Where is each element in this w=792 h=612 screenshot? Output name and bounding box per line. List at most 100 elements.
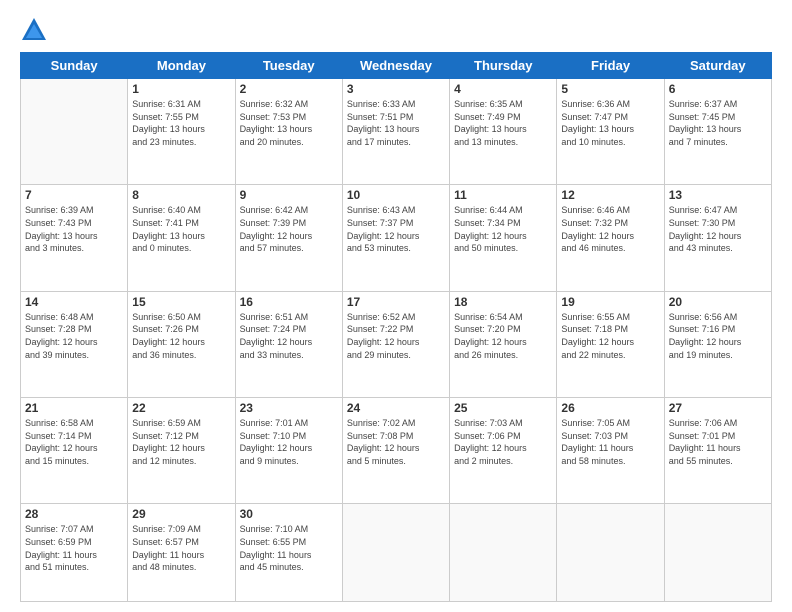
day-header-sunday: Sunday bbox=[21, 53, 128, 79]
calendar-cell: 15 Sunrise: 6:50 AM Sunset: 7:26 PM Dayli… bbox=[128, 291, 235, 397]
logo-icon bbox=[20, 16, 48, 44]
calendar-cell: 9Sunrise: 6:42 AM Sunset: 7:39 PM Daylig… bbox=[235, 185, 342, 291]
calendar-cell: 10Sunrise: 6:43 AM Sunset: 7:37 PM Dayli… bbox=[342, 185, 449, 291]
calendar-cell: 29 Sunrise: 7:09 AM Sunset: 6:57 PM Dayli… bbox=[128, 504, 235, 602]
day-number: 23 bbox=[240, 401, 338, 415]
calendar-cell: 30 Sunrise: 7:10 AM Sunset: 6:55 PM Dayli… bbox=[235, 504, 342, 602]
calendar-cell: 22 Sunrise: 6:59 AM Sunset: 7:12 PM Dayli… bbox=[128, 398, 235, 504]
week-row-2: 7 Sunrise: 6:39 AM Sunset: 7:43 PM Daylig… bbox=[21, 185, 772, 291]
day-info: Sunrise: 6:47 AM Sunset: 7:30 PM Dayligh… bbox=[669, 204, 767, 254]
day-info: Sunrise: 7:01 AM Sunset: 7:10 PM Dayligh… bbox=[240, 417, 338, 467]
calendar-cell: 4 Sunrise: 6:35 AM Sunset: 7:49 PM Daylig… bbox=[450, 79, 557, 185]
day-info: Sunrise: 6:37 AM Sunset: 7:45 PM Dayligh… bbox=[669, 98, 767, 148]
day-header-thursday: Thursday bbox=[450, 53, 557, 79]
calendar-table: SundayMondayTuesdayWednesdayThursdayFrid… bbox=[20, 52, 772, 602]
calendar-cell: 17 Sunrise: 6:52 AM Sunset: 7:22 PM Dayli… bbox=[342, 291, 449, 397]
day-number: 17 bbox=[347, 295, 445, 309]
day-info: Sunrise: 6:32 AM Sunset: 7:53 PM Dayligh… bbox=[240, 98, 338, 148]
day-header-wednesday: Wednesday bbox=[342, 53, 449, 79]
day-info: Sunrise: 6:44 AM Sunset: 7:34 PM Dayligh… bbox=[454, 204, 552, 254]
week-row-5: 28Sunrise: 7:07 AM Sunset: 6:59 PM Dayli… bbox=[21, 504, 772, 602]
day-info: Sunrise: 6:48 AM Sunset: 7:28 PM Dayligh… bbox=[25, 311, 123, 361]
day-info: Sunrise: 7:07 AM Sunset: 6:59 PM Dayligh… bbox=[25, 523, 123, 573]
header bbox=[20, 18, 772, 46]
day-number: 1 bbox=[132, 82, 230, 96]
calendar-cell bbox=[342, 504, 449, 602]
day-info: Sunrise: 7:02 AM Sunset: 7:08 PM Dayligh… bbox=[347, 417, 445, 467]
day-number: 29 bbox=[132, 507, 230, 521]
calendar-cell: 13 Sunrise: 6:47 AM Sunset: 7:30 PM Dayli… bbox=[664, 185, 771, 291]
calendar-cell: 11Sunrise: 6:44 AM Sunset: 7:34 PM Dayli… bbox=[450, 185, 557, 291]
calendar-cell: 20Sunrise: 6:56 AM Sunset: 7:16 PM Dayli… bbox=[664, 291, 771, 397]
day-info: Sunrise: 7:10 AM Sunset: 6:55 PM Dayligh… bbox=[240, 523, 338, 573]
day-number: 30 bbox=[240, 507, 338, 521]
calendar-cell: 25 Sunrise: 7:03 AM Sunset: 7:06 PM Dayli… bbox=[450, 398, 557, 504]
day-number: 25 bbox=[454, 401, 552, 415]
day-number: 20 bbox=[669, 295, 767, 309]
calendar-cell: 19Sunrise: 6:55 AM Sunset: 7:18 PM Dayli… bbox=[557, 291, 664, 397]
day-info: Sunrise: 6:36 AM Sunset: 7:47 PM Dayligh… bbox=[561, 98, 659, 148]
calendar-cell bbox=[557, 504, 664, 602]
day-header-friday: Friday bbox=[557, 53, 664, 79]
calendar-cell: 23 Sunrise: 7:01 AM Sunset: 7:10 PM Dayli… bbox=[235, 398, 342, 504]
day-info: Sunrise: 7:09 AM Sunset: 6:57 PM Dayligh… bbox=[132, 523, 230, 573]
day-info: Sunrise: 6:33 AM Sunset: 7:51 PM Dayligh… bbox=[347, 98, 445, 148]
day-header-row: SundayMondayTuesdayWednesdayThursdayFrid… bbox=[21, 53, 772, 79]
day-info: Sunrise: 6:39 AM Sunset: 7:43 PM Dayligh… bbox=[25, 204, 123, 254]
day-info: Sunrise: 7:05 AM Sunset: 7:03 PM Dayligh… bbox=[561, 417, 659, 467]
calendar-cell: 6 Sunrise: 6:37 AM Sunset: 7:45 PM Daylig… bbox=[664, 79, 771, 185]
day-info: Sunrise: 6:52 AM Sunset: 7:22 PM Dayligh… bbox=[347, 311, 445, 361]
day-number: 14 bbox=[25, 295, 123, 309]
day-info: Sunrise: 6:58 AM Sunset: 7:14 PM Dayligh… bbox=[25, 417, 123, 467]
day-number: 16 bbox=[240, 295, 338, 309]
day-number: 9 bbox=[240, 188, 338, 202]
day-header-monday: Monday bbox=[128, 53, 235, 79]
calendar-cell: 21 Sunrise: 6:58 AM Sunset: 7:14 PM Dayli… bbox=[21, 398, 128, 504]
day-number: 21 bbox=[25, 401, 123, 415]
day-info: Sunrise: 6:59 AM Sunset: 7:12 PM Dayligh… bbox=[132, 417, 230, 467]
day-number: 13 bbox=[669, 188, 767, 202]
calendar-cell: 3 Sunrise: 6:33 AM Sunset: 7:51 PM Daylig… bbox=[342, 79, 449, 185]
day-number: 26 bbox=[561, 401, 659, 415]
day-info: Sunrise: 6:51 AM Sunset: 7:24 PM Dayligh… bbox=[240, 311, 338, 361]
day-number: 3 bbox=[347, 82, 445, 96]
day-number: 5 bbox=[561, 82, 659, 96]
calendar-cell bbox=[664, 504, 771, 602]
calendar-cell: 7 Sunrise: 6:39 AM Sunset: 7:43 PM Daylig… bbox=[21, 185, 128, 291]
calendar-cell: 28Sunrise: 7:07 AM Sunset: 6:59 PM Dayli… bbox=[21, 504, 128, 602]
day-number: 19 bbox=[561, 295, 659, 309]
day-info: Sunrise: 6:31 AM Sunset: 7:55 PM Dayligh… bbox=[132, 98, 230, 148]
day-number: 8 bbox=[132, 188, 230, 202]
day-info: Sunrise: 6:50 AM Sunset: 7:26 PM Dayligh… bbox=[132, 311, 230, 361]
day-number: 6 bbox=[669, 82, 767, 96]
calendar-cell: 5 Sunrise: 6:36 AM Sunset: 7:47 PM Daylig… bbox=[557, 79, 664, 185]
calendar-cell: 26 Sunrise: 7:05 AM Sunset: 7:03 PM Dayli… bbox=[557, 398, 664, 504]
day-number: 27 bbox=[669, 401, 767, 415]
calendar-cell: 24Sunrise: 7:02 AM Sunset: 7:08 PM Dayli… bbox=[342, 398, 449, 504]
day-info: Sunrise: 7:03 AM Sunset: 7:06 PM Dayligh… bbox=[454, 417, 552, 467]
page: SundayMondayTuesdayWednesdayThursdayFrid… bbox=[0, 0, 792, 612]
day-number: 15 bbox=[132, 295, 230, 309]
day-number: 12 bbox=[561, 188, 659, 202]
day-header-tuesday: Tuesday bbox=[235, 53, 342, 79]
calendar-cell: 8 Sunrise: 6:40 AM Sunset: 7:41 PM Daylig… bbox=[128, 185, 235, 291]
calendar-cell: 27Sunrise: 7:06 AM Sunset: 7:01 PM Dayli… bbox=[664, 398, 771, 504]
day-info: Sunrise: 6:40 AM Sunset: 7:41 PM Dayligh… bbox=[132, 204, 230, 254]
calendar-cell: 18Sunrise: 6:54 AM Sunset: 7:20 PM Dayli… bbox=[450, 291, 557, 397]
calendar-cell: 16 Sunrise: 6:51 AM Sunset: 7:24 PM Dayli… bbox=[235, 291, 342, 397]
week-row-4: 21 Sunrise: 6:58 AM Sunset: 7:14 PM Dayli… bbox=[21, 398, 772, 504]
week-row-1: 1 Sunrise: 6:31 AM Sunset: 7:55 PM Daylig… bbox=[21, 79, 772, 185]
calendar-cell: 2Sunrise: 6:32 AM Sunset: 7:53 PM Daylig… bbox=[235, 79, 342, 185]
day-info: Sunrise: 6:43 AM Sunset: 7:37 PM Dayligh… bbox=[347, 204, 445, 254]
day-header-saturday: Saturday bbox=[664, 53, 771, 79]
day-number: 7 bbox=[25, 188, 123, 202]
day-number: 22 bbox=[132, 401, 230, 415]
calendar-cell bbox=[450, 504, 557, 602]
day-number: 4 bbox=[454, 82, 552, 96]
calendar-cell bbox=[21, 79, 128, 185]
day-info: Sunrise: 6:35 AM Sunset: 7:49 PM Dayligh… bbox=[454, 98, 552, 148]
day-info: Sunrise: 6:46 AM Sunset: 7:32 PM Dayligh… bbox=[561, 204, 659, 254]
day-info: Sunrise: 6:54 AM Sunset: 7:20 PM Dayligh… bbox=[454, 311, 552, 361]
calendar-cell: 14 Sunrise: 6:48 AM Sunset: 7:28 PM Dayli… bbox=[21, 291, 128, 397]
calendar-cell: 1 Sunrise: 6:31 AM Sunset: 7:55 PM Daylig… bbox=[128, 79, 235, 185]
